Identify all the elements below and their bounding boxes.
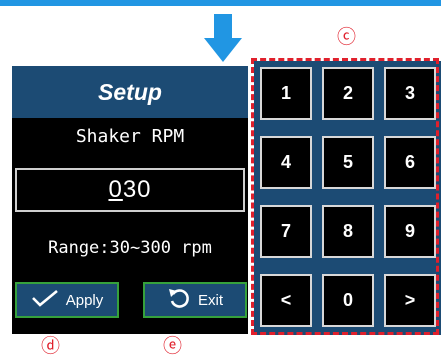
exit-label: Exit — [197, 291, 223, 309]
apply-label: Apply — [65, 291, 104, 309]
keypad-highlight-outline — [251, 58, 439, 335]
apply-button[interactable]: Apply — [15, 282, 119, 318]
undo-arrow-icon — [167, 286, 191, 314]
parameter-label: Shaker RPM — [75, 126, 185, 147]
value-remaining-digits: 30 — [122, 176, 152, 203]
range-label: Range:30~300 rpm — [48, 238, 212, 258]
value-cursor-digit: 0 — [108, 176, 123, 203]
exit-button[interactable]: Exit — [143, 282, 247, 318]
setup-title: Setup — [12, 66, 248, 118]
callout-c-label: ⓒ — [337, 26, 357, 48]
callout-d-label: ⓓ — [41, 335, 61, 357]
checkmark-icon — [31, 289, 59, 311]
down-arrow-icon — [204, 14, 242, 62]
value-display: 030 — [108, 176, 151, 204]
value-input[interactable]: 030 — [15, 168, 245, 212]
top-accent-band — [0, 0, 441, 6]
setup-panel: Setup Shaker RPM 030 Range:30~300 rpm Ap… — [12, 66, 248, 334]
callout-e-label: ⓔ — [163, 335, 183, 357]
